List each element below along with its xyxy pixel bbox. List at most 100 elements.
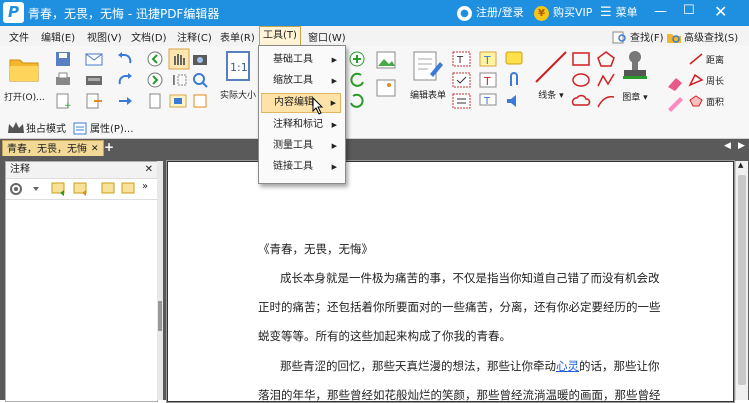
settings-gear-icon[interactable] — [9, 182, 39, 196]
menu-view[interactable]: 视图(V) — [87, 29, 122, 44]
rectangle-icon[interactable] — [570, 50, 592, 68]
perimeter-tool[interactable]: 周长 — [688, 73, 724, 87]
page-rotate-icon[interactable] — [146, 92, 164, 110]
ellipse-icon[interactable] — [570, 71, 592, 89]
menu-document[interactable]: 文档(D) — [131, 29, 167, 44]
image-icon[interactable] — [375, 50, 401, 72]
actual-size-label: 实际大小 — [220, 91, 257, 101]
scroll-up-icon[interactable]: ▲ — [738, 161, 743, 169]
buy-vip-button[interactable]: ¥ 购买VIP — [534, 4, 592, 22]
menu-item-zoom-tools[interactable]: 缩放工具 ▶ — [261, 71, 341, 91]
line-tool-button[interactable]: 线条 ▾ — [534, 50, 568, 101]
checkbox-field-icon[interactable] — [452, 71, 472, 89]
edit-form-icon — [413, 51, 443, 81]
panel-splitter[interactable] — [157, 161, 163, 400]
exclusive-mode-button[interactable]: 独占模式 — [6, 120, 66, 135]
select-area-icon[interactable] — [168, 92, 190, 110]
actual-size-button[interactable]: 1:1 实际大小 — [220, 50, 256, 101]
rotate-left-icon[interactable] — [348, 71, 366, 89]
document-plus-icon[interactable]: + — [54, 92, 72, 110]
eraser-icon[interactable] — [665, 74, 685, 92]
vertical-scrollbar[interactable]: ▲ — [735, 161, 748, 400]
import-comments-icon[interactable] — [50, 181, 68, 197]
image-edit-icon[interactable] — [375, 78, 401, 100]
cloud-icon[interactable] — [570, 92, 592, 110]
minimize-icon[interactable]: — — [654, 4, 667, 19]
more-chevron-icon[interactable]: » — [142, 181, 148, 192]
menu-item-comment-markup[interactable]: 注释和标记 ▶ — [261, 115, 341, 135]
undo-icon[interactable] — [116, 50, 134, 68]
open-button[interactable]: 打开(O)... — [4, 52, 45, 103]
advanced-find-button[interactable]: 高级查找(S) — [666, 29, 738, 44]
textbox-icon[interactable]: T — [478, 71, 498, 89]
comments-panel-title: 注释 — [10, 164, 30, 175]
new-tab-icon[interactable]: + — [104, 140, 114, 154]
sound-icon[interactable] — [504, 92, 524, 110]
maximize-icon[interactable]: ☐ — [683, 3, 695, 18]
select-text-icon[interactable]: I — [170, 71, 188, 89]
list-field-icon[interactable] — [452, 92, 472, 110]
typewriter-icon[interactable]: T — [478, 50, 498, 68]
export-comments-icon[interactable] — [72, 181, 90, 197]
export-icon[interactable] — [84, 92, 106, 110]
tab-scroll-left-icon[interactable]: ◀ — [724, 141, 731, 151]
menu-form[interactable]: 表单(R) — [220, 29, 255, 44]
find-button[interactable]: 查找(F) — [612, 29, 664, 44]
highlight-icon[interactable] — [665, 94, 685, 112]
callout-icon[interactable]: T — [478, 92, 498, 110]
submenu-arrow-icon: ▶ — [331, 56, 337, 64]
arrow-right-icon[interactable] — [116, 92, 134, 110]
rotate-right-icon[interactable] — [348, 92, 366, 110]
menu-window[interactable]: 窗口(W) — [308, 29, 346, 44]
scan-icon[interactable] — [84, 71, 106, 89]
comment-next-icon[interactable] — [120, 181, 138, 197]
perimeter-label: 周长 — [706, 76, 725, 87]
menu-item-link-tools[interactable]: 链接工具 ▶ — [261, 157, 341, 177]
app-logo-icon: P — [3, 2, 24, 23]
app-menu-button[interactable]: ☰ 菜单 — [600, 4, 638, 22]
menu-item-measure-tools[interactable]: 测量工具 ▶ — [261, 136, 341, 156]
pencil-icon[interactable] — [595, 92, 617, 110]
comment-prev-icon[interactable] — [100, 181, 118, 197]
email-icon[interactable] — [84, 50, 106, 68]
splitter-handle[interactable] — [158, 301, 162, 331]
print-icon[interactable] — [54, 71, 72, 89]
edit-form-button[interactable]: 编辑表单 — [410, 50, 446, 101]
login-button[interactable]: ● 注册/登录 — [457, 4, 524, 22]
fit-page-icon[interactable] — [191, 92, 209, 110]
user-icon: ● — [457, 5, 472, 21]
menu-comment[interactable]: 注释(C) — [177, 29, 212, 44]
area-tool[interactable]: 面积 — [688, 94, 724, 108]
panel-close-icon[interactable]: ✕ — [145, 162, 153, 178]
doc-link[interactable]: 心灵 — [556, 359, 579, 373]
save-icon[interactable] — [54, 50, 72, 68]
document-tab[interactable]: 青春，无畏，无悔 ✕ — [2, 140, 104, 157]
menu-item-content-editing[interactable]: 内容编辑 ▶ — [261, 93, 341, 113]
document-tab-label: 青春，无畏，无悔 — [7, 143, 87, 155]
scrollbar-thumb[interactable] — [738, 175, 746, 385]
close-icon[interactable]: ✕ — [714, 2, 727, 21]
menu-item-basic-tools[interactable]: 基础工具 ▶ — [261, 50, 341, 70]
comments-panel: 注释 ✕ » — [5, 161, 158, 402]
tab-close-icon[interactable]: ✕ — [91, 142, 99, 157]
snapshot-icon[interactable] — [191, 50, 209, 68]
stamp-button[interactable]: 图章 ▾ — [620, 48, 650, 103]
properties-button[interactable]: 属性(P)... — [72, 120, 133, 135]
area-icon — [689, 95, 703, 107]
polygon-icon[interactable] — [595, 50, 617, 68]
zoom-in-icon[interactable] — [191, 71, 209, 89]
zoom-plus-icon[interactable] — [348, 50, 366, 68]
distance-tool[interactable]: 距离 — [688, 52, 724, 66]
text-field-icon[interactable]: T — [452, 50, 472, 68]
menu-file[interactable]: 文件 — [9, 29, 29, 44]
tab-scroll-right-icon[interactable]: ▶ — [738, 141, 745, 151]
menu-edit[interactable]: 编辑(E) — [41, 29, 75, 44]
note-icon[interactable] — [504, 50, 524, 68]
hand-tool-icon[interactable] — [168, 48, 190, 70]
polyline-icon[interactable] — [595, 71, 617, 89]
previous-view-icon[interactable] — [146, 50, 164, 68]
next-view-icon[interactable] — [146, 71, 164, 89]
attachment-icon[interactable] — [504, 71, 524, 89]
menu-tools[interactable]: 工具(T) — [259, 26, 301, 46]
redo-icon[interactable] — [116, 71, 134, 89]
